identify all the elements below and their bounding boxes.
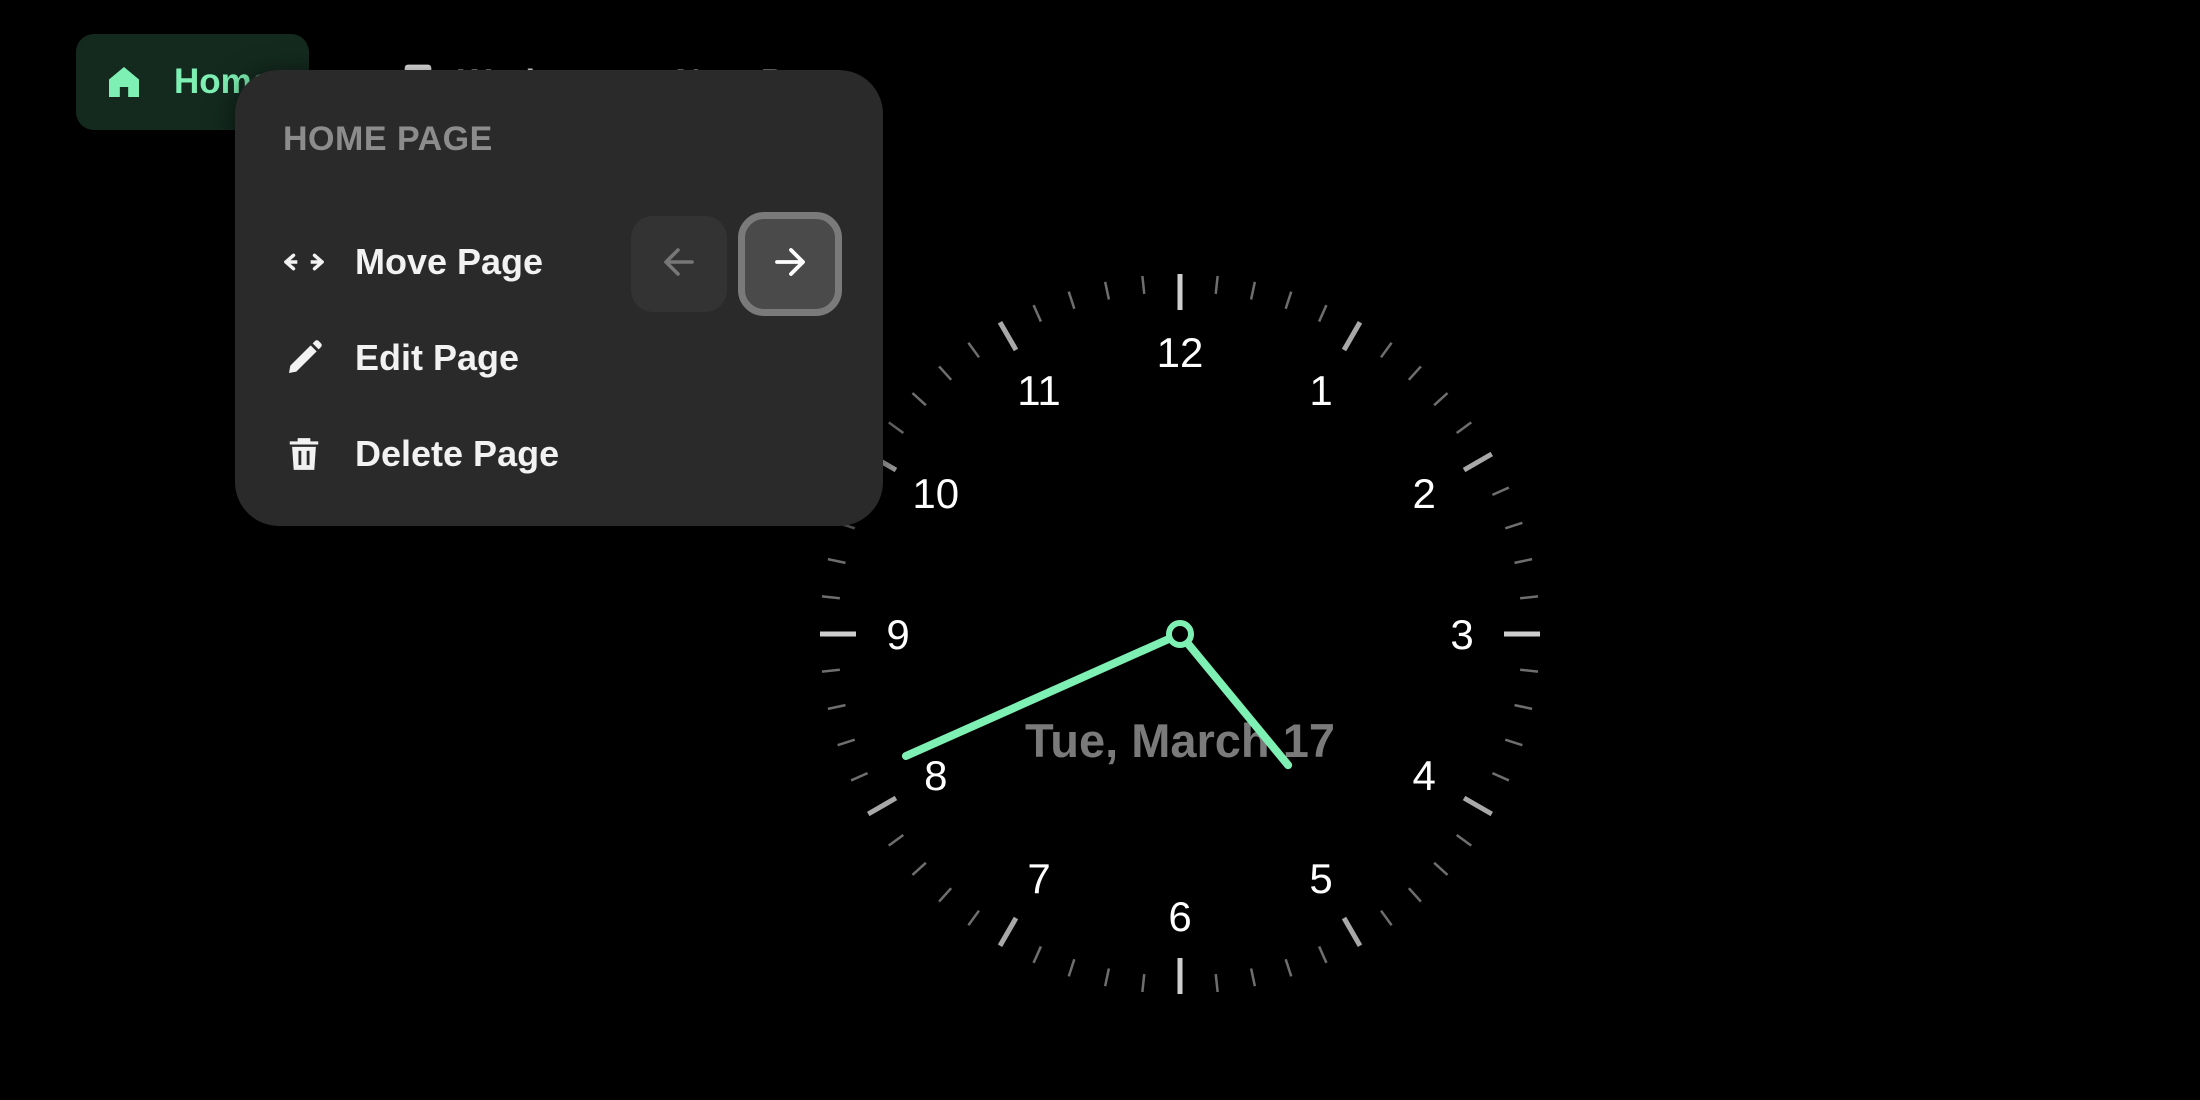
clock-tick xyxy=(1141,275,1146,295)
clock-number: 6 xyxy=(1168,893,1191,940)
clock-tick xyxy=(888,421,905,434)
clock-tick xyxy=(1380,342,1393,359)
move-page-item[interactable]: Move Page xyxy=(283,232,543,292)
clock-tick xyxy=(911,392,927,407)
arrow-right-icon xyxy=(770,242,810,287)
clock-tick xyxy=(1249,281,1257,300)
clock-center-pin xyxy=(1166,620,1194,648)
clock-tick xyxy=(1141,973,1146,993)
clock-number: 5 xyxy=(1309,855,1332,902)
clock-tick xyxy=(1067,958,1076,977)
clock-tick xyxy=(837,738,856,747)
clock-number: 9 xyxy=(886,611,909,658)
move-right-button[interactable] xyxy=(738,212,842,316)
move-page-label: Move Page xyxy=(355,241,544,282)
clock-tick xyxy=(1491,771,1510,782)
clock-tick xyxy=(821,595,841,600)
clock-tick xyxy=(827,557,846,565)
page-context-menu: HOME PAGE Move Page Edit Page Delete Pag… xyxy=(235,70,883,526)
clock-tick xyxy=(1519,668,1539,673)
clock-number: 1 xyxy=(1309,367,1332,414)
clock-tick xyxy=(1103,281,1111,300)
clock-number: 4 xyxy=(1413,752,1436,799)
clock-tick xyxy=(1514,703,1533,711)
clock-tick xyxy=(1462,795,1494,817)
clock-tick xyxy=(1462,451,1494,473)
clock-tick xyxy=(888,834,905,847)
clock-number: 3 xyxy=(1450,611,1473,658)
clock-tick xyxy=(1103,968,1111,987)
edit-page-item[interactable]: Edit Page xyxy=(283,328,519,388)
clock-date: Tue, March 17 xyxy=(1025,714,1335,767)
clock-tick xyxy=(1214,973,1219,993)
pencil-icon xyxy=(283,337,325,379)
clock-tick xyxy=(997,320,1019,352)
delete-page-label: Delete Page xyxy=(355,433,560,474)
clock-tick xyxy=(938,365,953,381)
clock-tick xyxy=(997,916,1019,948)
clock-tick xyxy=(1433,392,1449,407)
clock-tick xyxy=(967,342,980,359)
clock-tick xyxy=(911,861,927,876)
clock-tick xyxy=(1491,486,1510,497)
clock-tick xyxy=(1514,557,1533,565)
clock-tick xyxy=(850,771,869,782)
clock-tick xyxy=(1455,834,1472,847)
clock-tick xyxy=(1317,945,1328,964)
clock-tick xyxy=(1032,304,1043,323)
clock-tick xyxy=(1341,320,1363,352)
clock-number: 12 xyxy=(1157,329,1204,376)
clock-tick xyxy=(1284,958,1293,977)
move-arrows-icon xyxy=(283,241,325,283)
clock-tick xyxy=(1341,916,1363,948)
screen: 121234567891011 Tue, March 17 Home Works… xyxy=(0,0,2200,1100)
clock-tick xyxy=(1067,291,1076,310)
edit-page-label: Edit Page xyxy=(355,337,520,378)
clock-number: 2 xyxy=(1413,470,1436,517)
clock-tick xyxy=(1249,968,1257,987)
clock-tick xyxy=(1433,861,1449,876)
clock-tick xyxy=(1504,521,1523,530)
clock-tick xyxy=(1407,887,1422,903)
menu-title: HOME PAGE xyxy=(283,120,493,158)
delete-page-item[interactable]: Delete Page xyxy=(283,424,559,484)
clock-tick xyxy=(1519,595,1539,600)
clock-tick xyxy=(866,795,898,817)
clock-tick xyxy=(938,887,953,903)
trash-icon xyxy=(283,433,325,475)
move-left-button[interactable] xyxy=(631,216,727,312)
clock-tick xyxy=(827,703,846,711)
clock-tick xyxy=(1455,421,1472,434)
arrow-left-icon xyxy=(659,242,699,287)
clock-tick xyxy=(1317,304,1328,323)
clock-tick xyxy=(967,909,980,926)
clock-number: 10 xyxy=(912,470,959,517)
clock-tick xyxy=(1284,291,1293,310)
clock-tick xyxy=(1380,909,1393,926)
clock-tick xyxy=(821,668,841,673)
clock-tick xyxy=(1407,365,1422,381)
clock-tick xyxy=(1214,275,1219,295)
clock-number: 7 xyxy=(1027,855,1050,902)
clock-tick xyxy=(1504,738,1523,747)
home-icon xyxy=(104,62,144,102)
clock-number: 11 xyxy=(1017,367,1061,414)
clock-tick xyxy=(1032,945,1043,964)
clock-number: 8 xyxy=(924,752,947,799)
